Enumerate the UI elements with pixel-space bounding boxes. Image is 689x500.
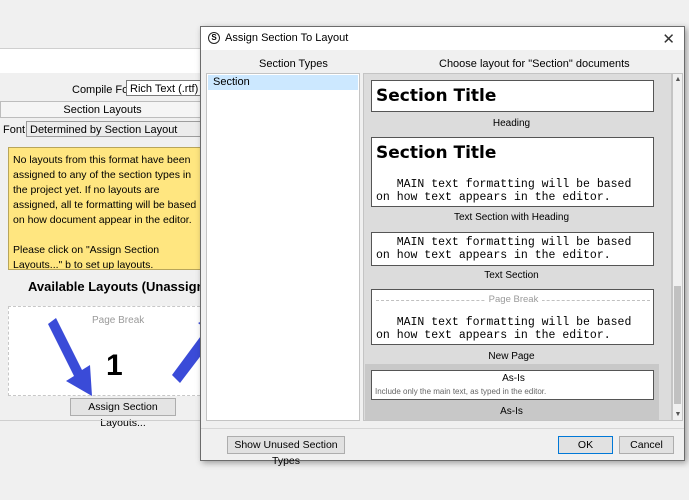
notice-text: No layouts from this format have been as… xyxy=(13,154,197,270)
assign-section-dialog: S Assign Section To Layout ✕ Section Typ… xyxy=(200,26,685,467)
annotation-arrow-down-icon xyxy=(48,318,92,396)
assign-section-layouts-button[interactable]: Assign Section Layouts... xyxy=(70,398,176,429)
ok-button[interactable]: OK xyxy=(558,436,613,454)
section-type-item[interactable]: Section xyxy=(208,75,358,90)
layout-twh-label: Text Section with Heading xyxy=(453,212,570,223)
layout-card-heading[interactable]: Section Title xyxy=(371,80,654,112)
layout-heading-title: Section Title xyxy=(376,86,497,106)
scroll-up-icon[interactable]: ▲ xyxy=(674,76,682,83)
layout-text-label: Text Section xyxy=(484,270,539,281)
scroll-down-icon[interactable]: ▼ xyxy=(674,411,682,418)
page-break-text: Page Break xyxy=(92,315,145,326)
notice-box: No layouts from this format have been as… xyxy=(8,147,205,270)
section-layouts-header: Section Layouts xyxy=(0,101,205,118)
layout-scrollbar[interactable]: ▲ ▼ xyxy=(672,73,683,421)
layout-heading-label: Heading xyxy=(492,118,531,129)
choose-layout-header: Choose layout for "Section" documents xyxy=(439,58,630,70)
layout-twh-body: MAIN text formatting will be based on ho… xyxy=(376,178,632,204)
layout-newpage-label: New Page xyxy=(488,351,535,362)
layout-text-body: MAIN text formatting will be based on ho… xyxy=(376,236,632,262)
dialog-divider xyxy=(201,428,684,429)
annotation-number: 1 xyxy=(106,349,123,382)
layout-newpage-break: Page Break xyxy=(372,294,655,305)
dialog-titlebar: S Assign Section To Layout ✕ xyxy=(201,27,684,50)
layout-asis-label: As-Is xyxy=(500,406,523,417)
layout-card-as-is[interactable]: As-Is Include only the main text, as typ… xyxy=(371,370,654,400)
show-unused-section-types-button[interactable]: Show Unused Section Types xyxy=(227,436,345,467)
layout-twh-title: Section Title xyxy=(376,143,497,163)
app-icon: S xyxy=(208,32,220,44)
cancel-button[interactable]: Cancel xyxy=(619,436,674,454)
scroll-thumb[interactable] xyxy=(674,286,681,404)
section-types-list: Section xyxy=(206,73,360,421)
font-select[interactable]: Determined by Section Layout xyxy=(26,121,206,137)
dialog-title: Assign Section To Layout xyxy=(225,32,349,44)
available-layouts-title: Available Layouts (Unassigned xyxy=(28,279,220,294)
compile-for-select[interactable]: Rich Text (.rtf) xyxy=(126,80,202,96)
section-types-header: Section Types xyxy=(259,58,328,70)
layout-card-text-section[interactable]: MAIN text formatting will be based on ho… xyxy=(371,232,654,266)
layout-asis-description: Include only the main text, as typed in … xyxy=(375,387,547,396)
page-break-label: Page Break xyxy=(484,294,543,305)
divider xyxy=(0,420,205,421)
font-label: Font: xyxy=(3,124,29,136)
layout-card-text-with-heading[interactable]: Section Title MAIN text formatting will … xyxy=(371,137,654,207)
close-icon[interactable]: ✕ xyxy=(662,30,675,48)
toolbar-strip xyxy=(0,48,205,73)
layout-newpage-body: MAIN text formatting will be based on ho… xyxy=(376,316,632,342)
layout-card-new-page[interactable]: Page Break MAIN text formatting will be … xyxy=(371,289,654,345)
layout-list: Section Title Heading Section Title MAIN… xyxy=(363,73,672,421)
layout-asis-title: As-Is xyxy=(502,373,525,384)
